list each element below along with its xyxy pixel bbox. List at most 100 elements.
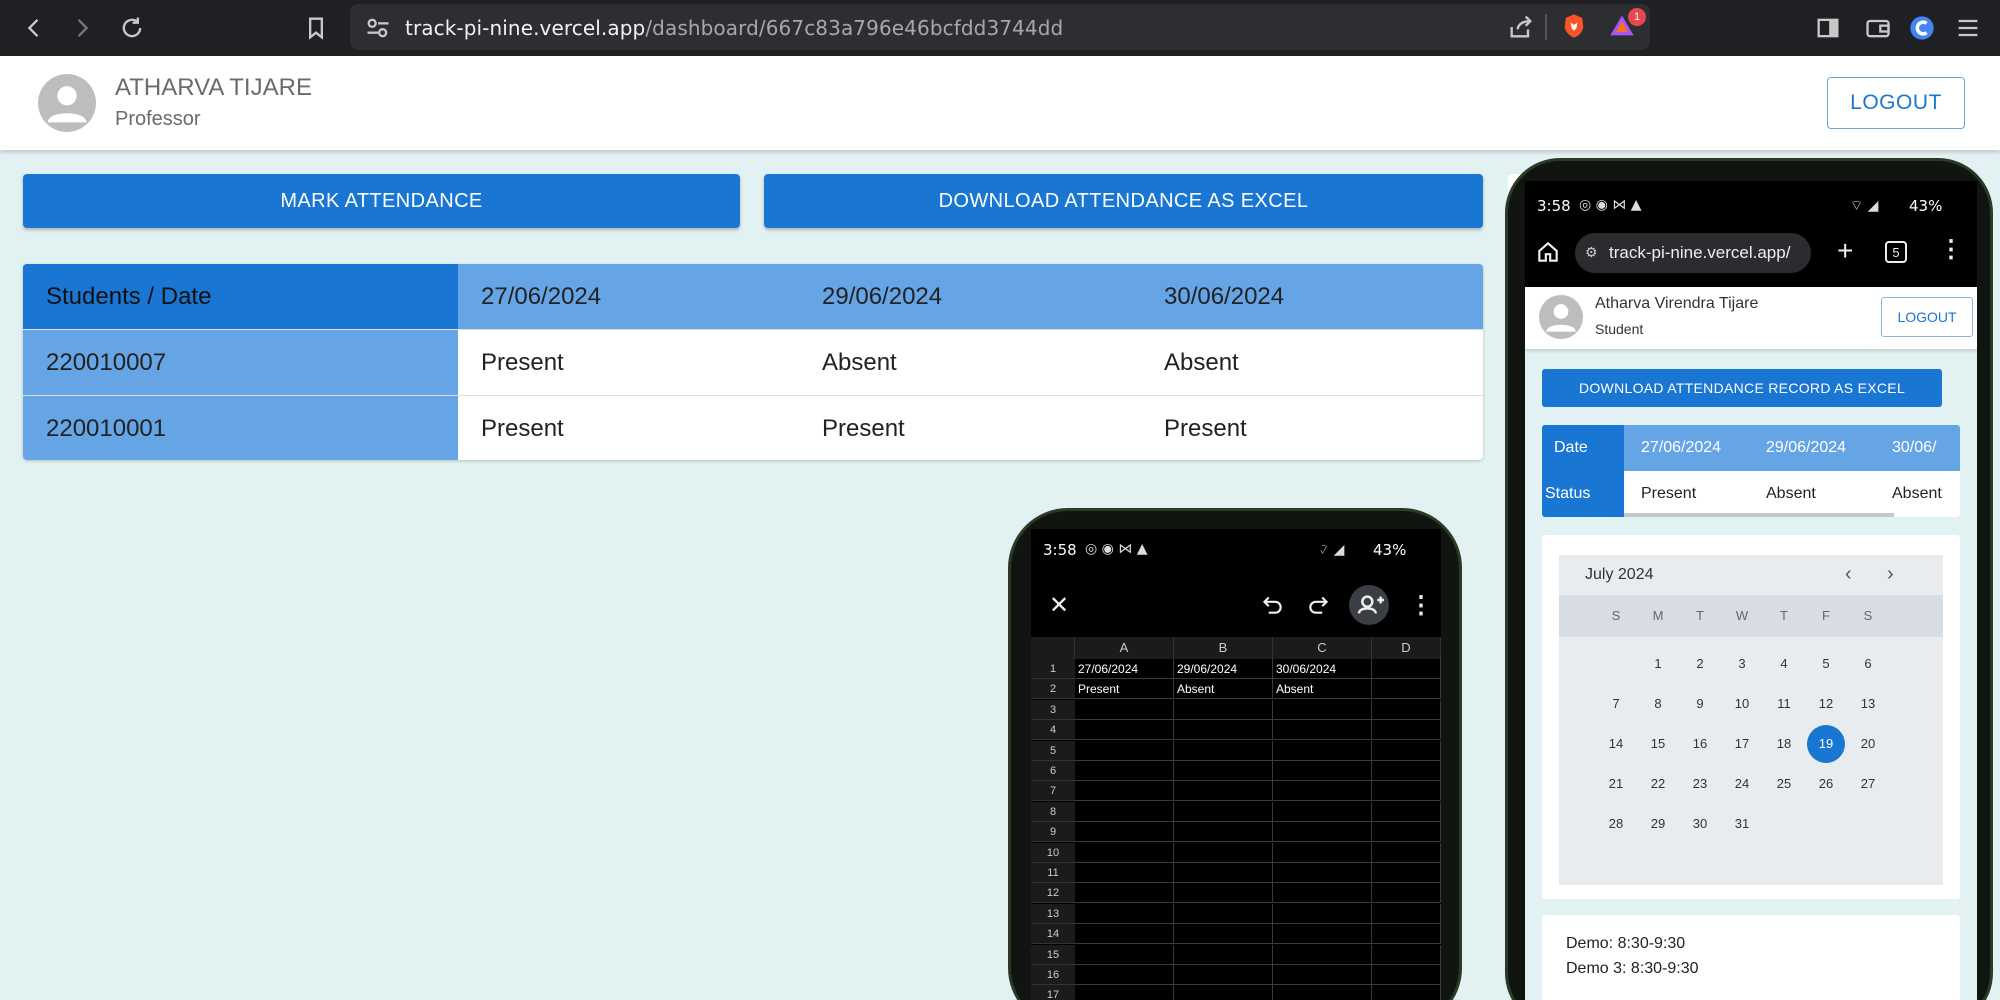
sheet-cell[interactable] xyxy=(1372,801,1441,822)
sheet-cell[interactable] xyxy=(1174,740,1273,761)
calendar-day[interactable]: 23 xyxy=(1681,765,1719,803)
row-number[interactable]: 9 xyxy=(1031,822,1075,843)
sheet-cell[interactable] xyxy=(1372,944,1441,965)
sheet-cell[interactable] xyxy=(1273,965,1372,985)
sheet-cell[interactable] xyxy=(1273,720,1372,741)
sheet-cell[interactable] xyxy=(1075,985,1174,1000)
row-number[interactable]: 14 xyxy=(1031,924,1075,945)
sheet-cell[interactable] xyxy=(1075,761,1174,781)
more-vert-icon[interactable]: ⋮ xyxy=(1939,235,1963,264)
sheet-cell[interactable] xyxy=(1273,924,1372,945)
sheet-cell[interactable] xyxy=(1174,781,1273,802)
home-icon[interactable] xyxy=(1535,239,1561,265)
share-person-icon[interactable] xyxy=(1349,585,1389,625)
sheet-cell[interactable] xyxy=(1075,965,1174,985)
row-number[interactable]: 16 xyxy=(1031,965,1075,985)
sheet-cell[interactable] xyxy=(1174,883,1273,904)
calendar-day[interactable]: 17 xyxy=(1723,725,1761,763)
sheet-cell[interactable] xyxy=(1273,944,1372,965)
calendar-day[interactable]: 29 xyxy=(1639,805,1677,843)
sheet-cell[interactable] xyxy=(1273,781,1372,802)
sheet-cell[interactable] xyxy=(1174,944,1273,965)
sheet-cell[interactable] xyxy=(1174,924,1273,945)
sheet-cell[interactable] xyxy=(1372,659,1441,679)
row-number[interactable]: 5 xyxy=(1031,740,1075,761)
sheet-cell[interactable]: Absent xyxy=(1273,679,1372,700)
mobile-url[interactable]: track-pi-nine.vercel.app/ xyxy=(1609,243,1790,263)
sheet-cell[interactable] xyxy=(1372,842,1441,863)
calendar-day[interactable]: 7 xyxy=(1597,685,1635,723)
calendar-day[interactable]: 14 xyxy=(1597,725,1635,763)
calendar-day[interactable]: 1 xyxy=(1639,645,1677,683)
calendar-day[interactable]: 5 xyxy=(1807,645,1845,683)
sheet-cell[interactable] xyxy=(1273,761,1372,781)
more-vert-icon[interactable]: ⋮ xyxy=(1409,591,1433,620)
share-icon[interactable] xyxy=(1507,13,1535,41)
bookmark-icon[interactable] xyxy=(302,14,330,42)
back-icon[interactable] xyxy=(20,14,48,42)
sheet-cell[interactable] xyxy=(1174,761,1273,781)
sheet-cell[interactable] xyxy=(1372,863,1441,883)
sheet-cell[interactable] xyxy=(1372,883,1441,904)
mobile-address-bar[interactable]: ⚙ track-pi-nine.vercel.app/ xyxy=(1575,233,1811,273)
calendar-day[interactable]: 21 xyxy=(1597,765,1635,803)
calendar-day[interactable]: 2 xyxy=(1681,645,1719,683)
sheet-cell[interactable]: 29/06/2024 xyxy=(1174,659,1273,679)
sheet-cell[interactable] xyxy=(1273,740,1372,761)
sheet-cell[interactable]: 27/06/2024 xyxy=(1075,659,1174,679)
calendar-day[interactable]: 9 xyxy=(1681,685,1719,723)
calendar-day[interactable]: 31 xyxy=(1723,805,1761,843)
row-number[interactable]: 3 xyxy=(1031,699,1075,720)
calendar-day[interactable]: 6 xyxy=(1849,645,1887,683)
column-header[interactable]: C xyxy=(1273,637,1372,659)
sheet-cell[interactable] xyxy=(1075,863,1174,883)
calendar-day[interactable]: 12 xyxy=(1807,685,1845,723)
row-number[interactable]: 7 xyxy=(1031,781,1075,802)
calendar-day[interactable]: 26 xyxy=(1807,765,1845,803)
logout-button[interactable]: LOGOUT xyxy=(1881,297,1973,337)
row-number[interactable]: 15 xyxy=(1031,944,1075,965)
profile-icon[interactable] xyxy=(1908,14,1936,42)
calendar-day[interactable]: 20 xyxy=(1849,725,1887,763)
sheet-cell[interactable] xyxy=(1273,883,1372,904)
calendar-day[interactable]: 24 xyxy=(1723,765,1761,803)
sheet-cell[interactable] xyxy=(1372,924,1441,945)
row-number[interactable]: 6 xyxy=(1031,761,1075,781)
chevron-right-icon[interactable]: › xyxy=(1887,563,1894,586)
calendar-day[interactable]: 8 xyxy=(1639,685,1677,723)
sheet-cell[interactable] xyxy=(1372,985,1441,1000)
sheet-cell[interactable] xyxy=(1372,781,1441,802)
sheet-cell[interactable] xyxy=(1174,903,1273,924)
sheet-cell[interactable] xyxy=(1075,903,1174,924)
calendar-day[interactable]: 3 xyxy=(1723,645,1761,683)
sheet-cell[interactable]: Absent xyxy=(1174,679,1273,700)
sheet-cell[interactable] xyxy=(1174,699,1273,720)
spreadsheet-grid[interactable]: A B C D 1 27/06/2024 29/06/2024 30/06/2024 2… xyxy=(1031,637,1441,1000)
sheet-cell[interactable] xyxy=(1075,781,1174,802)
sheet-cell[interactable] xyxy=(1075,883,1174,904)
sheet-cell[interactable] xyxy=(1273,863,1372,883)
column-header[interactable]: A xyxy=(1075,637,1174,659)
sheet-cell[interactable] xyxy=(1174,965,1273,985)
calendar-day[interactable]: 4 xyxy=(1765,645,1803,683)
sheet-cell[interactable] xyxy=(1372,965,1441,985)
calendar-day[interactable]: 15 xyxy=(1639,725,1677,763)
row-number[interactable]: 8 xyxy=(1031,801,1075,822)
row-number[interactable]: 11 xyxy=(1031,863,1075,883)
sheet-cell[interactable] xyxy=(1075,944,1174,965)
row-number[interactable]: 4 xyxy=(1031,720,1075,741)
calendar-day[interactable]: 13 xyxy=(1849,685,1887,723)
address-bar[interactable]: track-pi-nine.vercel.app/dashboard/667c8… xyxy=(350,4,1650,50)
row-number[interactable]: 17 xyxy=(1031,985,1075,1000)
sheet-cell[interactable] xyxy=(1372,699,1441,720)
sheet-cell[interactable] xyxy=(1174,801,1273,822)
url-text[interactable]: track-pi-nine.vercel.app/dashboard/667c8… xyxy=(405,16,1063,40)
sheet-cell[interactable] xyxy=(1273,801,1372,822)
calendar-day[interactable]: 25 xyxy=(1765,765,1803,803)
undo-icon[interactable] xyxy=(1259,591,1285,617)
brave-shield-icon[interactable] xyxy=(1560,12,1590,42)
tab-count-icon[interactable]: 5 xyxy=(1885,241,1907,263)
calendar-day[interactable]: 28 xyxy=(1597,805,1635,843)
row-number[interactable]: 2 xyxy=(1031,679,1075,700)
row-number[interactable]: 10 xyxy=(1031,842,1075,863)
